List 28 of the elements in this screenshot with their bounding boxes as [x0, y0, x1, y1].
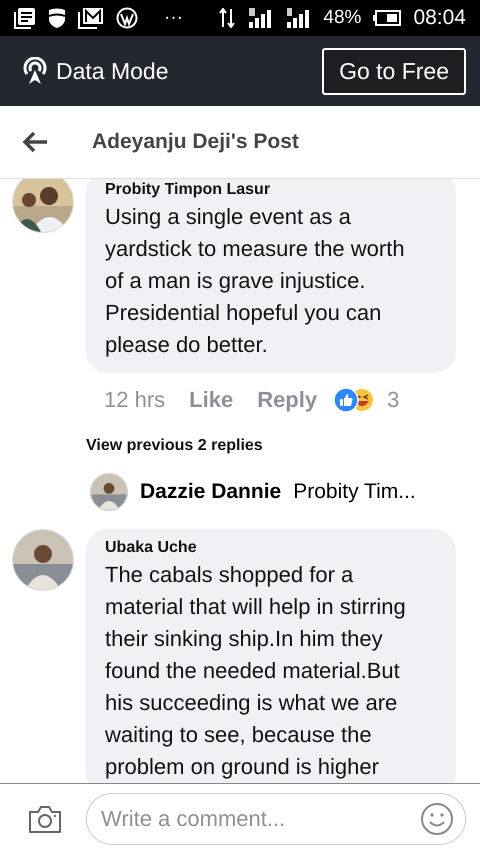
comment-time: 12 hrs: [104, 387, 166, 413]
shield-icon: [48, 7, 66, 29]
battery-percent: 48%: [323, 7, 362, 29]
signal-icon: [247, 7, 274, 29]
reply-preview: Probity Tim...: [293, 480, 416, 504]
back-arrow-icon[interactable]: [22, 131, 48, 153]
data-mode-label: Data Mode: [56, 58, 170, 84]
mail-icon: [78, 7, 104, 29]
clock: 08:04: [413, 6, 466, 30]
news-icon: [14, 7, 36, 29]
signal-icon: [285, 7, 312, 29]
view-previous-replies-link[interactable]: View previous 2 replies: [86, 437, 263, 455]
emoji-icon[interactable]: [420, 802, 454, 836]
reply-author[interactable]: Dazzie Dannie: [140, 480, 282, 504]
comment-text: Using a single event as a yardstick to measure the worth of a man is grave injustice. Presidential hopeful you can please do better.: [105, 203, 406, 359]
reactions-icon: [333, 387, 376, 413]
go-to-free-button[interactable]: Go to Free: [322, 48, 466, 94]
comment-author[interactable]: Probity Timpon Lasur: [105, 181, 426, 199]
data-transfer-icon: [219, 8, 236, 28]
comment-author[interactable]: Ubaka Uche: [105, 539, 426, 557]
comment-input[interactable]: Write a comment...: [86, 793, 466, 845]
post-title: Adeyanju Deji's Post: [92, 130, 299, 154]
reaction-count: 3: [387, 387, 400, 413]
comment-text: The cabals shopped for a material that will help in stirring their sinking ship.In him they found the needed material.But his succeeding is what we are waiting to see, because the problem on ground is higher: [105, 561, 407, 781]
overflow-indicator: ···: [164, 7, 183, 29]
battery-icon: [373, 10, 402, 26]
broadcast-icon: [22, 57, 48, 85]
camera-icon[interactable]: [28, 804, 62, 834]
